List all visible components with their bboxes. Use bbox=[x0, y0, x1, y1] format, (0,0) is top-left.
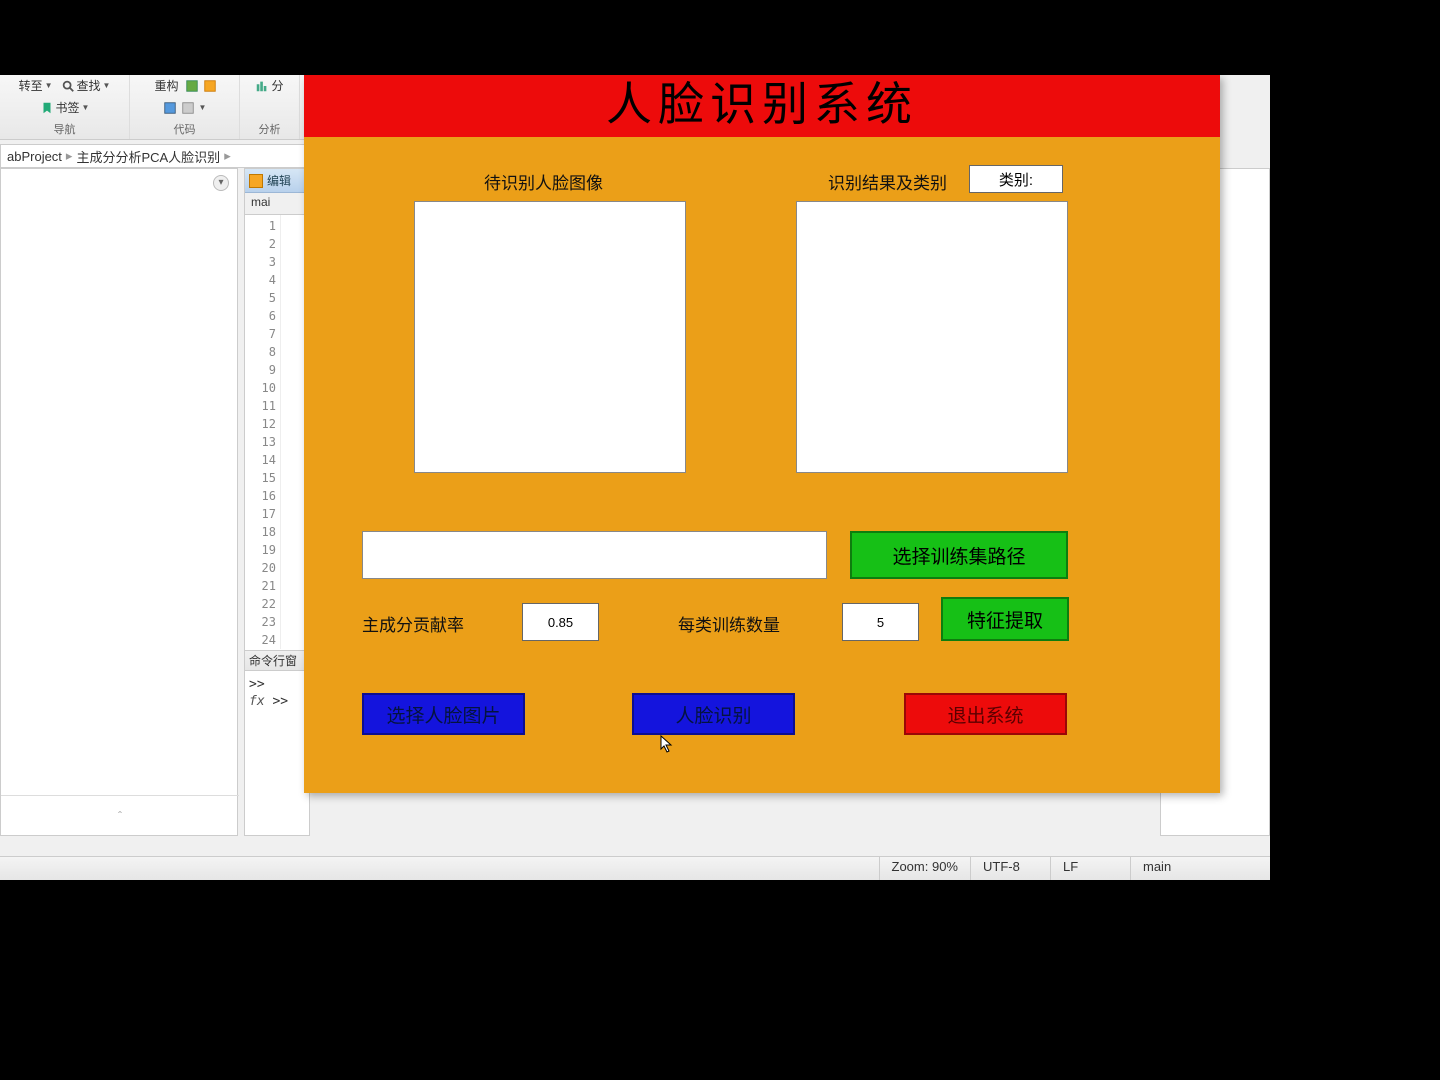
recognize-button[interactable]: 人脸识别 bbox=[632, 693, 795, 735]
chevron-down-icon: ▼ bbox=[103, 81, 111, 90]
button-label: 退出系统 bbox=[947, 701, 1023, 728]
code-group-label: 代码 bbox=[174, 121, 196, 137]
analyze-button[interactable]: 分 bbox=[253, 77, 285, 94]
lineno: 23 bbox=[245, 613, 276, 631]
lineno: 11 bbox=[245, 397, 276, 415]
panel-menu-icon[interactable]: ▾ bbox=[213, 175, 229, 191]
status-zoom[interactable]: Zoom: 90% bbox=[879, 857, 970, 880]
editor-tab[interactable]: mai bbox=[245, 193, 309, 215]
chevron-right-icon: ▸ bbox=[66, 148, 73, 164]
goto-button[interactable]: 转至 ▼ bbox=[17, 77, 55, 94]
lineno: 22 bbox=[245, 595, 276, 613]
cmdwin-title: 命令行窗 bbox=[245, 651, 309, 671]
nav-group-label: 导航 bbox=[54, 121, 76, 137]
breadcrumb-seg[interactable]: 主成分分析PCA人脸识别 bbox=[76, 147, 220, 166]
lineno: 19 bbox=[245, 541, 276, 559]
lineno: 16 bbox=[245, 487, 276, 505]
prompt: >> bbox=[249, 677, 305, 692]
refactor-button[interactable]: 重构 bbox=[152, 77, 180, 94]
perclass-value: 5 bbox=[877, 615, 884, 630]
current-folder-panel[interactable]: ▾ ˆ bbox=[0, 168, 238, 836]
feature-extract-button[interactable]: 特征提取 bbox=[941, 597, 1069, 641]
result-image-axes bbox=[796, 201, 1068, 473]
lineno: 7 bbox=[245, 325, 276, 343]
lineno: 10 bbox=[245, 379, 276, 397]
perclass-input[interactable]: 5 bbox=[842, 603, 919, 641]
lineno: 6 bbox=[245, 307, 276, 325]
fx-icon[interactable]: fx bbox=[249, 694, 265, 709]
status-eol[interactable]: LF bbox=[1050, 857, 1130, 880]
tool-icon[interactable] bbox=[163, 101, 177, 115]
face-recognition-gui: 人脸识别系统 待识别人脸图像 识别结果及类别 类别: 选择训练集路径 主成分贡献… bbox=[304, 75, 1220, 793]
analyze-icon bbox=[255, 79, 269, 93]
lineno: 14 bbox=[245, 451, 276, 469]
prompt[interactable]: >> bbox=[272, 694, 288, 709]
goto-label: 转至 bbox=[19, 77, 43, 94]
lineno: 3 bbox=[245, 253, 276, 271]
editor-gutter: 1 2 3 4 5 6 7 8 9 10 11 12 13 14 15 16 1… bbox=[245, 215, 281, 649]
lineno: 1 bbox=[245, 217, 276, 235]
cursor-icon bbox=[660, 735, 674, 755]
pca-contrib-input[interactable]: 0.85 bbox=[522, 603, 599, 641]
search-icon bbox=[61, 79, 75, 93]
input-image-label: 待识别人脸图像 bbox=[484, 169, 603, 194]
lineno: 20 bbox=[245, 559, 276, 577]
pca-value: 0.85 bbox=[548, 615, 573, 630]
bookmark-label: 书签 bbox=[56, 99, 80, 116]
command-window[interactable]: 命令行窗 >> fx >> bbox=[244, 650, 310, 836]
panel-expand[interactable]: ˆ bbox=[1, 795, 239, 835]
toolstrip: 转至 ▼ 查找 ▼ 书签 ▼ 导航 重构 bbox=[0, 75, 310, 140]
path-textbox[interactable] bbox=[362, 531, 827, 579]
lineno: 13 bbox=[245, 433, 276, 451]
editor-title: 编辑 bbox=[267, 172, 291, 189]
lineno: 17 bbox=[245, 505, 276, 523]
status-bar: Zoom: 90% UTF-8 LF main bbox=[0, 856, 1270, 880]
result-label: 识别结果及类别 bbox=[828, 169, 947, 194]
gui-title: 人脸识别系统 bbox=[304, 75, 1220, 137]
lineno: 12 bbox=[245, 415, 276, 433]
bookmark-button[interactable]: 书签 ▼ bbox=[38, 99, 92, 116]
editor-panel[interactable]: 编辑 mai 1 2 3 4 5 6 7 8 9 10 11 12 13 14 … bbox=[244, 168, 310, 658]
select-trainpath-button[interactable]: 选择训练集路径 bbox=[850, 531, 1068, 579]
lineno: 21 bbox=[245, 577, 276, 595]
tool-icon[interactable] bbox=[185, 79, 199, 93]
class-box: 类别: bbox=[969, 165, 1063, 193]
button-label: 选择人脸图片 bbox=[386, 701, 500, 728]
lineno: 24 bbox=[245, 631, 276, 649]
breadcrumb-seg[interactable]: abProject bbox=[7, 149, 62, 164]
editor-icon bbox=[249, 174, 263, 188]
lineno: 8 bbox=[245, 343, 276, 361]
find-button[interactable]: 查找 ▼ bbox=[59, 77, 113, 94]
editor-titlebar: 编辑 bbox=[245, 169, 309, 193]
find-label: 查找 bbox=[77, 77, 101, 94]
chevron-right-icon: ▸ bbox=[224, 148, 231, 164]
bookmark-icon bbox=[40, 101, 54, 115]
analyze-label: 分 bbox=[271, 77, 283, 94]
chevron-down-icon: ▼ bbox=[199, 103, 207, 112]
exit-button[interactable]: 退出系统 bbox=[904, 693, 1067, 735]
refactor-label: 重构 bbox=[154, 77, 178, 94]
analyze-group-label: 分析 bbox=[259, 121, 281, 137]
button-label: 人脸识别 bbox=[675, 701, 751, 728]
pca-contrib-label: 主成分贡献率 bbox=[362, 611, 464, 636]
perclass-label: 每类训练数量 bbox=[678, 611, 780, 636]
status-encoding[interactable]: UTF-8 bbox=[970, 857, 1050, 880]
lineno: 2 bbox=[245, 235, 276, 253]
breadcrumb[interactable]: abProject ▸ 主成分分析PCA人脸识别 ▸ bbox=[0, 144, 310, 168]
chevron-down-icon: ▼ bbox=[45, 81, 53, 90]
status-function[interactable]: main bbox=[1130, 857, 1270, 880]
select-image-button[interactable]: 选择人脸图片 bbox=[362, 693, 525, 735]
button-label: 特征提取 bbox=[967, 606, 1043, 633]
chevron-down-icon: ▼ bbox=[82, 103, 90, 112]
lineno: 18 bbox=[245, 523, 276, 541]
tool-icon[interactable] bbox=[181, 101, 195, 115]
button-label: 选择训练集路径 bbox=[892, 542, 1025, 569]
input-image-axes bbox=[414, 201, 686, 473]
lineno: 15 bbox=[245, 469, 276, 487]
lineno: 9 bbox=[245, 361, 276, 379]
tool-icon[interactable] bbox=[203, 79, 217, 93]
lineno: 5 bbox=[245, 289, 276, 307]
lineno: 4 bbox=[245, 271, 276, 289]
